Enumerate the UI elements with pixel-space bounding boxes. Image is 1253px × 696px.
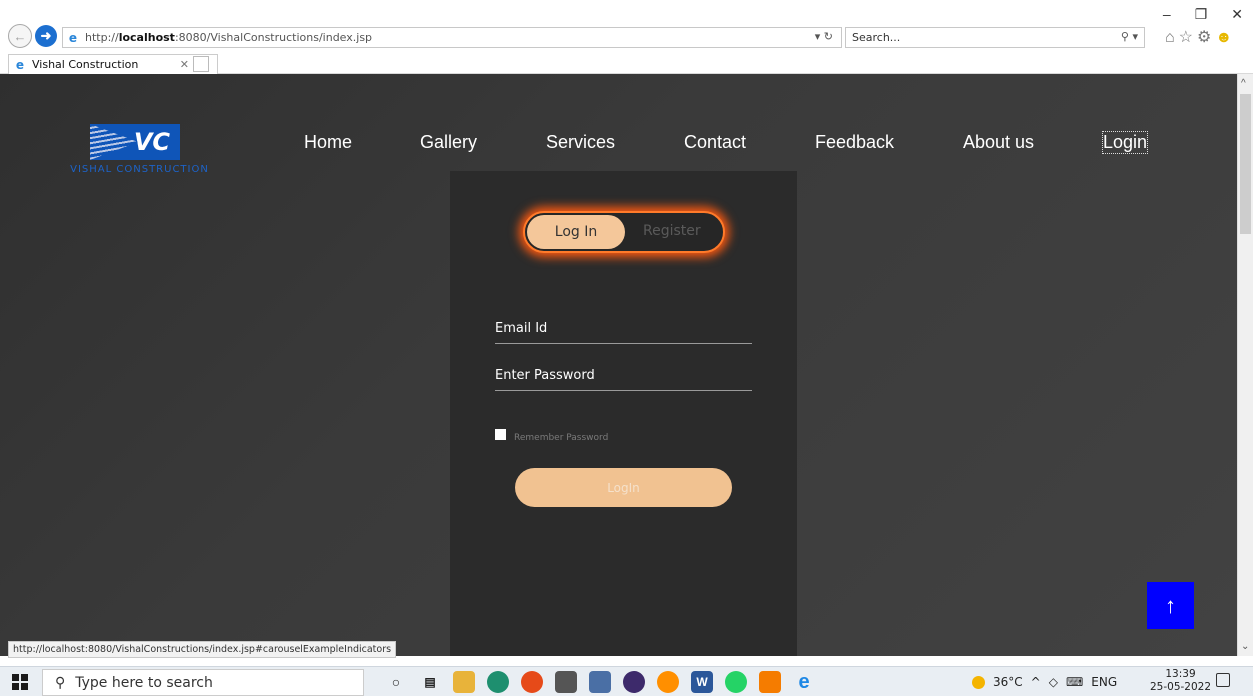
edge-icon[interactable] (487, 671, 509, 693)
address-bar[interactable]: e http://localhost:8080/VishalConstructi… (62, 27, 842, 48)
java-app-icon[interactable] (759, 671, 781, 693)
scroll-down-icon[interactable]: ⌄ (1241, 641, 1249, 652)
language-indicator[interactable]: ENG (1091, 675, 1117, 689)
search-icon[interactable]: ⚲ ▾ (1121, 30, 1138, 43)
ie-logo-icon: e (68, 30, 78, 45)
password-field[interactable]: Enter Password (495, 368, 752, 391)
clock-date: 25-05-2022 (1150, 681, 1212, 693)
restore-icon[interactable]: ❐ (1195, 6, 1208, 23)
whatsapp-icon[interactable] (725, 671, 747, 693)
remember-password-label: Remember Password (514, 433, 609, 443)
nav-about-us[interactable]: About us (963, 132, 1034, 153)
nav-login[interactable]: Login (1101, 131, 1149, 154)
file-explorer-icon[interactable] (453, 671, 475, 693)
login-panel: Log In Register Email Id Enter Password … (450, 171, 797, 656)
taskbar-search-input[interactable]: ⚲ Type here to search (42, 669, 364, 696)
url-host: localhost (118, 31, 175, 44)
weather-temp[interactable]: 36°C (993, 675, 1023, 689)
refresh-icon[interactable]: ▾ ↻ (815, 30, 833, 43)
browser-tab[interactable]: e Vishal Construction ✕ (8, 54, 218, 74)
chrome-icon[interactable] (521, 671, 543, 693)
notification-icon[interactable] (1216, 673, 1230, 687)
browser-chrome: ← ➜ e http://localhost:8080/VishalConstr… (0, 0, 1253, 74)
feedback-smiley-icon[interactable]: ☻ (1215, 29, 1236, 46)
tab-ie-icon: e (15, 57, 25, 72)
store-icon[interactable] (555, 671, 577, 693)
nav-home[interactable]: Home (304, 132, 352, 153)
tab-title: Vishal Construction (32, 58, 139, 71)
cortana-icon[interactable]: ○ (385, 671, 407, 693)
home-icon[interactable]: ⌂ (1165, 29, 1179, 46)
nav-gallery[interactable]: Gallery (420, 132, 477, 153)
forward-arrow-icon[interactable]: ➜ (35, 25, 57, 47)
remember-password-checkbox[interactable] (495, 428, 506, 440)
nav-contact[interactable]: Contact (684, 132, 746, 153)
site-logo[interactable]: VC VISHAL CONSTRUCTION (52, 124, 222, 184)
arrow-up-icon: ↑ (1165, 592, 1176, 618)
page-scrollbar[interactable]: ^ ⌄ (1237, 74, 1253, 656)
login-submit-button[interactable]: LogIn (515, 468, 732, 507)
camera-icon[interactable] (589, 671, 611, 693)
scroll-thumb[interactable] (1240, 94, 1251, 234)
firefox-icon[interactable] (657, 671, 679, 693)
minimize-icon[interactable]: – (1163, 6, 1171, 23)
taskbar-apps: ○ ▤ W e (385, 671, 815, 693)
toggle-login-button[interactable]: Log In (527, 215, 625, 249)
login-register-toggle: Log In Register (523, 211, 725, 253)
tray-chevron-icon[interactable]: ^ (1031, 675, 1041, 689)
nav-services[interactable]: Services (546, 132, 615, 153)
page-content: VC VISHAL CONSTRUCTION Home Gallery Serv… (0, 74, 1237, 656)
search-placeholder: Search... (852, 31, 901, 44)
windows-start-icon[interactable] (12, 674, 28, 690)
remember-password-row: Remember Password (495, 425, 608, 443)
taskbar-clock[interactable]: 13:39 25-05-2022 (1150, 668, 1211, 694)
toolbar-icons: ⌂☆⚙☻ (1165, 27, 1236, 47)
network-icon[interactable]: ◇ (1049, 675, 1058, 689)
eclipse-icon[interactable] (623, 671, 645, 693)
taskbar-search-icon: ⚲ (55, 674, 66, 691)
word-icon[interactable]: W (691, 671, 713, 693)
settings-gear-icon[interactable]: ⚙ (1197, 29, 1215, 46)
scroll-up-icon[interactable]: ^ (1241, 78, 1246, 89)
clock-time: 13:39 (1165, 668, 1196, 680)
weather-sun-icon[interactable] (972, 675, 985, 689)
toggle-register-button[interactable]: Register (643, 223, 701, 239)
window-controls: – ❐ ✕ (1163, 6, 1243, 23)
browser-search-input[interactable]: Search... ⚲ ▾ (845, 27, 1145, 48)
task-view-icon[interactable]: ▤ (419, 671, 441, 693)
internet-explorer-icon[interactable]: e (793, 671, 815, 693)
nav-feedback[interactable]: Feedback (815, 132, 894, 153)
scroll-to-top-button[interactable]: ↑ (1147, 582, 1194, 629)
status-bar-url: http://localhost:8080/VishalConstruction… (8, 641, 397, 658)
favorites-star-icon[interactable]: ☆ (1179, 29, 1197, 46)
new-tab-button[interactable] (193, 56, 209, 72)
system-tray: 36°C ^ ◇ ⌨ ENG (972, 667, 1117, 696)
keyboard-icon[interactable]: ⌨ (1066, 675, 1083, 689)
windows-taskbar: ⚲ Type here to search ○ ▤ W e 36°C ^ ◇ ⌨… (0, 666, 1253, 696)
tab-close-icon[interactable]: ✕ (180, 58, 189, 71)
logo-subtitle: VISHAL CONSTRUCTION (70, 164, 209, 175)
url-prefix: http:// (85, 31, 119, 44)
url-path: :8080/VishalConstructions/index.jsp (174, 31, 373, 44)
back-arrow-icon[interactable]: ← (8, 24, 32, 48)
taskbar-search-placeholder: Type here to search (75, 674, 213, 691)
close-icon[interactable]: ✕ (1231, 6, 1243, 23)
email-field[interactable]: Email Id (495, 321, 752, 344)
